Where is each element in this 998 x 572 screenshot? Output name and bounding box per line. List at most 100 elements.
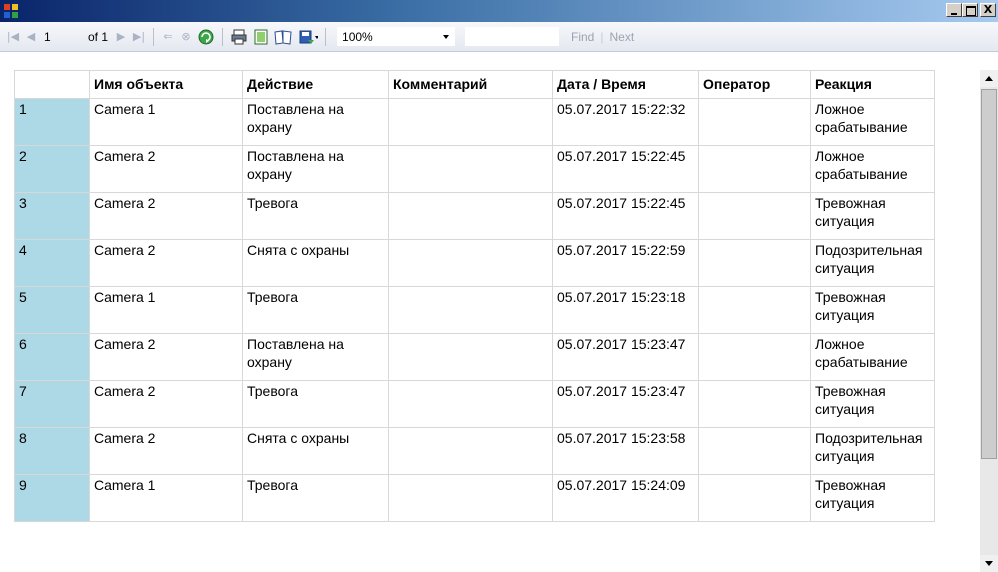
action-cell: Поставлена на охрану [242, 98, 389, 146]
column-header-comment: Комментарий [388, 70, 553, 99]
datetime-cell: 05.07.2017 15:23:47 [552, 380, 699, 428]
operator-cell [698, 192, 811, 240]
action-cell: Тревога [242, 474, 389, 522]
table-row: 2 Camera 2 Поставлена на охрану 05.07.2017 … [14, 145, 935, 193]
reaction-cell: Подозрительная ситуация [810, 427, 935, 475]
reaction-cell: Тревожная ситуация [810, 474, 935, 522]
scrollbar-thumb[interactable] [981, 89, 997, 459]
find-input[interactable] [465, 27, 560, 46]
report-toolbar: |◀ ◀ 1 of 1 ▶ ▶| ⇐ ⊗ 100% Find | Next [0, 22, 998, 52]
datetime-cell: 05.07.2017 15:23:47 [552, 333, 699, 381]
scroll-up-icon[interactable] [980, 70, 998, 87]
object-cell: Camera 2 [89, 145, 243, 193]
column-header-action: Действие [242, 70, 389, 99]
reaction-cell: Ложное срабатывание [810, 145, 935, 193]
datetime-cell: 05.07.2017 15:22:32 [552, 98, 699, 146]
operator-cell [698, 145, 811, 193]
operator-cell [698, 474, 811, 522]
comment-cell [388, 427, 553, 475]
action-cell: Поставлена на охрану [242, 145, 389, 193]
zoom-value: 100% [342, 30, 373, 44]
vertical-scrollbar[interactable] [980, 70, 998, 572]
reaction-cell: Тревожная ситуация [810, 286, 935, 334]
column-header-reaction: Реакция [810, 70, 935, 99]
next-page-icon[interactable]: ▶ [112, 26, 130, 48]
operator-cell [698, 427, 811, 475]
operator-cell [698, 98, 811, 146]
row-number: 9 [14, 474, 90, 522]
find-button[interactable]: Find [571, 30, 594, 44]
report-app-icon [4, 4, 18, 18]
object-cell: Camera 2 [89, 380, 243, 428]
previous-page-icon[interactable]: ◀ [22, 26, 40, 48]
scroll-down-icon[interactable] [980, 555, 998, 572]
action-cell: Снята с охраны [242, 427, 389, 475]
back-icon[interactable]: ⇐ [159, 26, 177, 48]
close-button[interactable]: X [980, 3, 996, 17]
row-number: 2 [14, 145, 90, 193]
comment-cell [388, 239, 553, 287]
current-page-value[interactable]: 1 [40, 28, 80, 46]
row-number: 8 [14, 427, 90, 475]
reaction-cell: Ложное срабатывание [810, 333, 935, 381]
row-number: 6 [14, 333, 90, 381]
object-cell: Camera 1 [89, 286, 243, 334]
reaction-cell: Тревожная ситуация [810, 192, 935, 240]
print-icon[interactable] [230, 28, 248, 46]
reaction-cell: Ложное срабатывание [810, 98, 935, 146]
table-row: 3 Camera 2 Тревога 05.07.2017 15:22:45 Трево… [14, 192, 935, 240]
print-layout-icon[interactable] [252, 28, 270, 46]
stop-icon[interactable]: ⊗ [177, 26, 195, 48]
operator-cell [698, 380, 811, 428]
operator-cell [698, 286, 811, 334]
action-cell: Тревога [242, 380, 389, 428]
table-row: 6 Camera 2 Поставлена на охрану 05.07.2017 … [14, 333, 935, 381]
export-icon[interactable] [296, 28, 319, 46]
maximize-button[interactable] [962, 3, 978, 17]
reaction-cell: Подозрительная ситуация [810, 239, 935, 287]
first-page-icon[interactable]: |◀ [4, 26, 22, 48]
refresh-icon[interactable] [197, 28, 215, 46]
table-row: 9 Camera 1 Тревога 05.07.2017 15:24:09 Трево… [14, 474, 935, 522]
comment-cell [388, 286, 553, 334]
events-table: Имя объекта Действие Комментарий Дата / … [14, 70, 935, 522]
chevron-down-icon[interactable] [438, 28, 454, 46]
report-viewer: Имя объекта Действие Комментарий Дата / … [0, 53, 980, 572]
table-row: 8 Camera 2 Снята с охраны 05.07.2017 15:23:… [14, 427, 935, 475]
comment-cell [388, 145, 553, 193]
minimize-button[interactable] [946, 3, 962, 17]
action-cell: Снята с охраны [242, 239, 389, 287]
action-cell: Поставлена на охрану [242, 333, 389, 381]
object-cell: Camera 1 [89, 98, 243, 146]
datetime-cell: 05.07.2017 15:23:58 [552, 427, 699, 475]
reaction-cell: Тревожная ситуация [810, 380, 935, 428]
object-cell: Camera 2 [89, 192, 243, 240]
datetime-cell: 05.07.2017 15:22:45 [552, 192, 699, 240]
comment-cell [388, 333, 553, 381]
table-row: 4 Camera 2 Снята с охраны 05.07.2017 15:22:… [14, 239, 935, 287]
row-number: 5 [14, 286, 90, 334]
datetime-cell: 05.07.2017 15:23:18 [552, 286, 699, 334]
next-button[interactable]: Next [609, 30, 634, 44]
datetime-cell: 05.07.2017 15:24:09 [552, 474, 699, 522]
toolbar-divider [222, 27, 224, 46]
table-row: 7 Camera 2 Тревога 05.07.2017 15:23:47 Трево… [14, 380, 935, 428]
row-number-header [14, 70, 90, 99]
last-page-icon[interactable]: ▶| [130, 26, 148, 48]
action-cell: Тревога [242, 286, 389, 334]
operator-cell [698, 239, 811, 287]
object-cell: Camera 2 [89, 333, 243, 381]
row-number: 4 [14, 239, 90, 287]
table-row: 1 Camera 1 Поставлена на охрану 05.07.2017 … [14, 98, 935, 146]
object-cell: Camera 2 [89, 239, 243, 287]
window-titlebar[interactable]: X [0, 0, 998, 22]
table-row: 5 Camera 1 Тревога 05.07.2017 15:23:18 Трево… [14, 286, 935, 334]
comment-cell [388, 474, 553, 522]
datetime-cell: 05.07.2017 15:22:45 [552, 145, 699, 193]
page-setup-icon[interactable] [274, 28, 292, 46]
table-header-row: Имя объекта Действие Комментарий Дата / … [14, 70, 935, 99]
zoom-select[interactable]: 100% [337, 27, 456, 46]
column-header-datetime: Дата / Время [552, 70, 699, 99]
datetime-cell: 05.07.2017 15:22:59 [552, 239, 699, 287]
current-page-input[interactable]: 1 [40, 26, 80, 48]
